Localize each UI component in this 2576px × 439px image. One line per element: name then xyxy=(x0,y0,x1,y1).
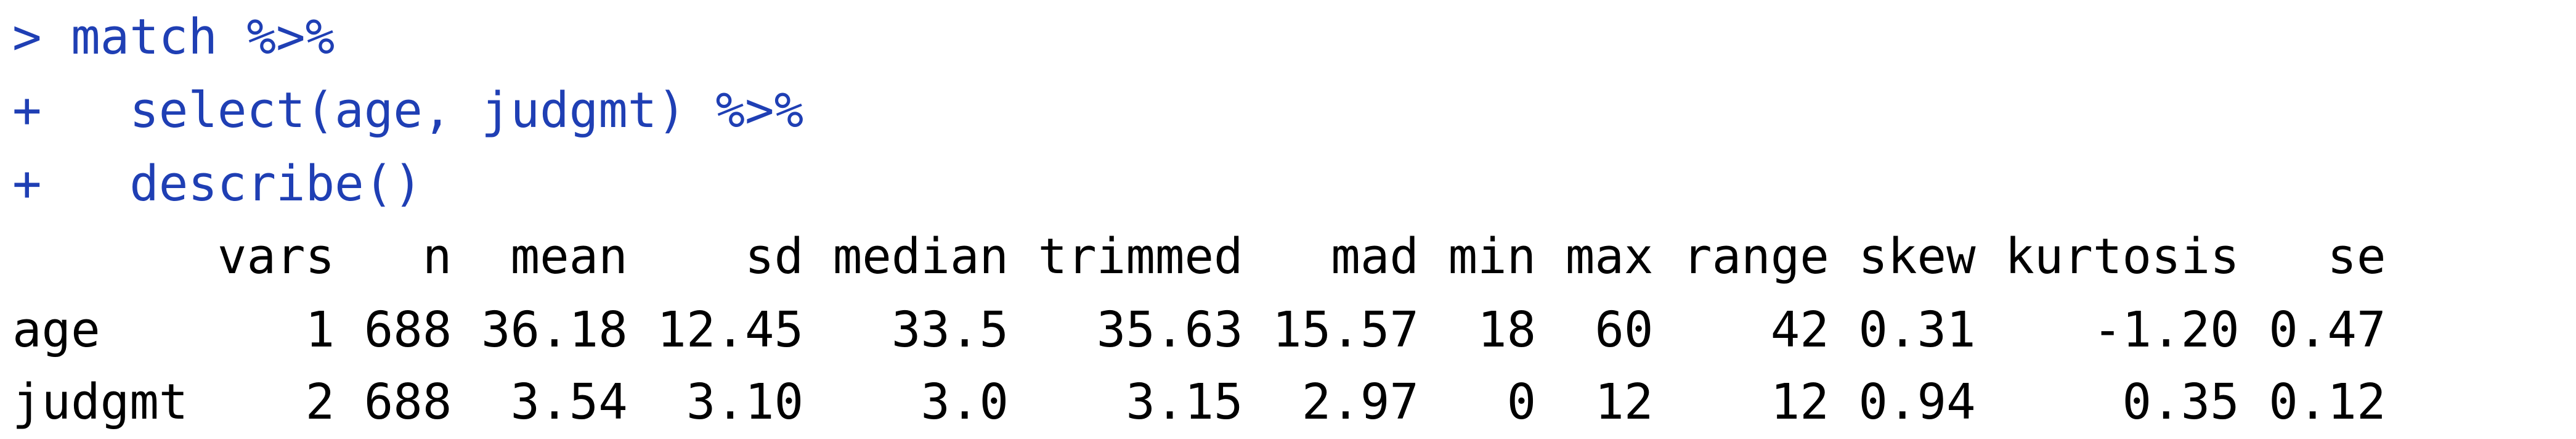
console-continuation-line: + select(age, judgmt) %>% xyxy=(12,82,804,139)
describe-output-row: judgmt 2 688 3.54 3.10 3.0 3.15 2.97 0 1… xyxy=(12,374,2386,430)
console-prompt-line: > match %>% xyxy=(12,9,335,65)
describe-output-row: age 1 688 36.18 12.45 33.5 35.63 15.57 1… xyxy=(12,302,2386,358)
console-continuation-line: + describe() xyxy=(12,155,423,212)
r-console[interactable]: > match %>% + select(age, judgmt) %>% + … xyxy=(0,0,2576,436)
describe-output-header: vars n mean sd median trimmed mad min ma… xyxy=(12,228,2386,285)
